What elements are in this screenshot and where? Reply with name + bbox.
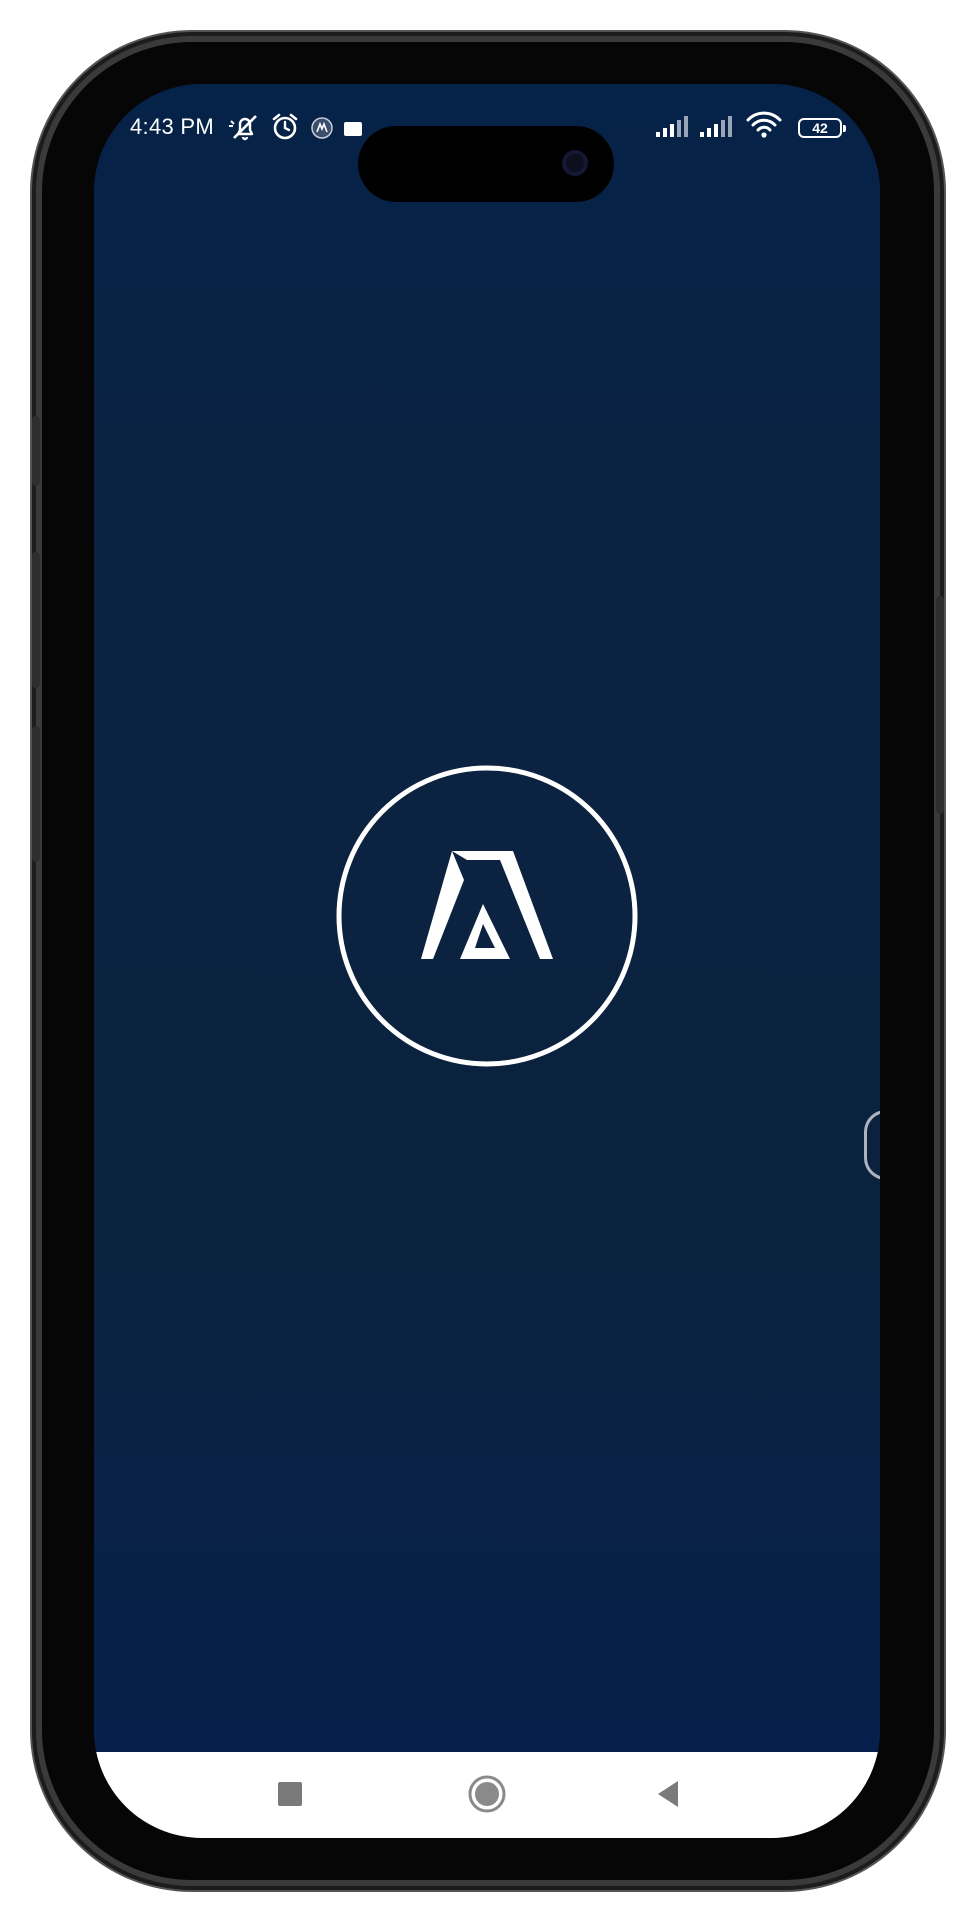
triangle-back-icon	[658, 1781, 678, 1807]
front-camera-icon	[562, 150, 588, 176]
notification-square-icon	[344, 122, 364, 143]
signal-icon	[700, 116, 734, 143]
status-bar: 4:43 PM 42	[94, 104, 880, 202]
home-button[interactable]	[465, 1772, 509, 1816]
navigation-bar	[94, 1752, 880, 1838]
status-time: 4:43 PM	[130, 114, 215, 139]
signal-icon	[656, 116, 690, 143]
circle-icon	[468, 1775, 506, 1813]
phone-volume-down-button	[32, 726, 40, 862]
wifi-icon	[746, 110, 782, 145]
app-notification-icon	[310, 116, 334, 145]
back-button[interactable]	[646, 1772, 690, 1816]
dynamic-island	[358, 126, 614, 202]
square-icon	[278, 1782, 302, 1806]
brand-logo-icon	[335, 764, 639, 1068]
phone-volume-up-button	[32, 552, 40, 688]
phone-action-button	[32, 416, 40, 486]
battery-icon: 42	[798, 118, 846, 138]
phone-power-button	[936, 596, 944, 814]
app-screen: 4:43 PM 42	[94, 84, 880, 1838]
recents-button[interactable]	[268, 1772, 312, 1816]
mute-icon	[228, 112, 262, 147]
edge-swipe-indicator[interactable]	[864, 1110, 880, 1180]
alarm-icon	[270, 112, 300, 147]
